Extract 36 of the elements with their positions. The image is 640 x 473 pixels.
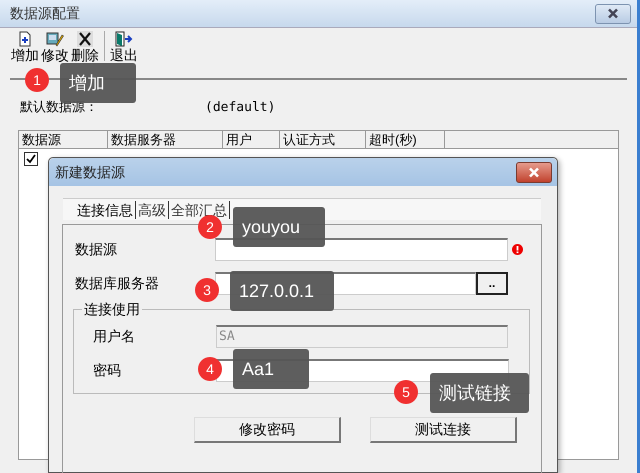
delete-icon [77, 31, 93, 47]
new-document-icon [17, 31, 33, 47]
field-label: 密码 [93, 362, 121, 378]
toolbar-button[interactable]: 修改 [40, 31, 70, 63]
callout-tooltip: 增加 [60, 63, 136, 103]
toolbar-button[interactable]: 退出 [109, 31, 139, 63]
close-icon [528, 166, 540, 178]
field-label: 用户名 [93, 328, 135, 344]
dialog-button[interactable]: 测试连接 [370, 417, 517, 443]
column-header[interactable]: 数据源 [19, 131, 108, 148]
tab[interactable]: 高级 [136, 200, 169, 218]
column-header[interactable]: 用户 [223, 131, 280, 148]
callout-tooltip: Aa1 [233, 349, 309, 389]
close-icon [607, 8, 619, 19]
column-header[interactable]: 数据服务器 [108, 131, 223, 148]
field-label: 数据库服务器 [75, 274, 159, 290]
toolbar-button[interactable]: 删除 [70, 31, 100, 63]
window-title: 数据源配置 [10, 4, 80, 23]
column-header[interactable]: 认证方式 [280, 131, 366, 148]
close-button[interactable] [595, 4, 631, 24]
dialog-button[interactable]: 修改密码 [194, 417, 341, 443]
row-checkbox[interactable] [24, 152, 38, 166]
tab[interactable]: 连接信息 [75, 200, 136, 218]
browse-button[interactable]: .. [476, 272, 508, 294]
default-source-value: (default) [205, 99, 276, 118]
callout-tooltip: 测试链接 [430, 373, 529, 413]
column-header[interactable]: 超时(秒) [366, 131, 445, 148]
edit-icon [46, 31, 64, 47]
group-title: 连接使用 [82, 300, 142, 318]
callout-tooltip: 127.0.0.1 [230, 271, 334, 311]
field-label: 数据源 [75, 240, 117, 256]
exit-door-icon [115, 31, 133, 47]
toolbar-button[interactable]: 增加 [10, 31, 40, 63]
callout-tooltip: youyou [233, 207, 325, 247]
close-button[interactable] [516, 162, 552, 182]
dialog-title: 新建数据源 [55, 162, 125, 182]
